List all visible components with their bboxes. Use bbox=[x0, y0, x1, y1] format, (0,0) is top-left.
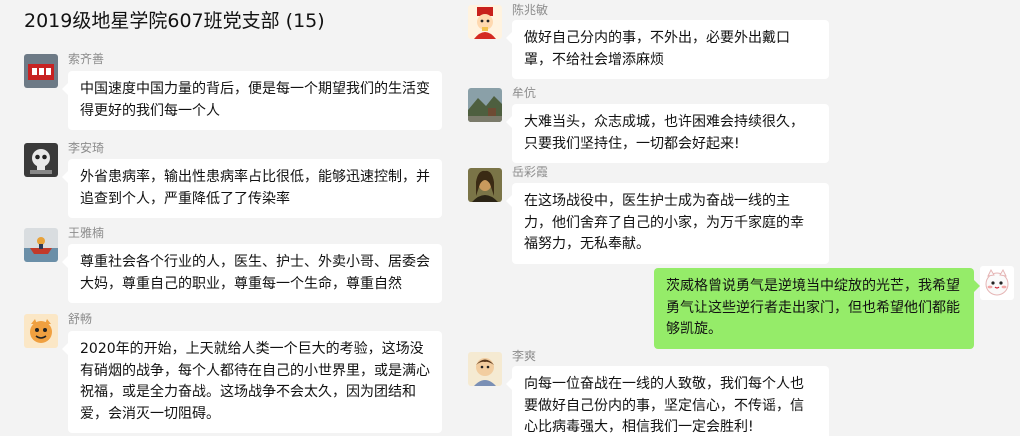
boat-photo-avatar-icon[interactable] bbox=[24, 228, 58, 262]
sender-name: 李爽 bbox=[512, 349, 537, 363]
sender-name: 陈兆敏 bbox=[512, 3, 549, 17]
message-text: 茨威格曾说勇气是逆境当中绽放的光芒，我希望勇气让这些逆行者走出家门，但也希望他们… bbox=[666, 278, 960, 337]
cartoon-character-avatar-icon[interactable] bbox=[468, 352, 502, 386]
message-bubble[interactable]: 做好自己分内的事，不外出，必要外出戴口罩，不给社会增添麻烦 bbox=[506, 20, 829, 79]
chat-title: 2019级地星学院607班党支部 (15) bbox=[24, 10, 325, 32]
sender-name: 牟伉 bbox=[512, 86, 537, 100]
cartoon-god-avatar-icon[interactable] bbox=[468, 5, 502, 39]
message-text: 中国速度中国力量的背后，便是每一个期望我们的生活变得更好的我们每一个人 bbox=[80, 81, 430, 119]
sender-name: 岳彩霞 bbox=[512, 165, 549, 179]
message-text: 尊重社会各个行业的人，医生、护士、外卖小哥、居委会大妈，尊重自己的职业，尊重每一… bbox=[80, 254, 430, 292]
message-bubble[interactable]: 在这场战役中，医生护士成为奋战一线的主力，他们舍弃了自己的小家，为万千家庭的幸福… bbox=[506, 183, 829, 264]
message-bubble[interactable]: 2020年的开始，上天就给人类一个巨大的考验，这场没有硝烟的战争，每个人都待在自… bbox=[62, 331, 442, 433]
sender-name: 王雅楠 bbox=[68, 226, 105, 240]
landscape-photo-avatar-icon[interactable] bbox=[468, 88, 502, 122]
message-text: 外省患病率，输出性患病率占比很低，能够迅速控制，并追查到个人，严重降低了了传染率 bbox=[80, 169, 430, 207]
message-text: 2020年的开始，上天就给人类一个巨大的考验，这场没有硝烟的战争，每个人都待在自… bbox=[80, 341, 430, 422]
message-text: 在这场战役中，医生护士成为奋战一线的主力，他们舍弃了自己的小家，为万千家庭的幸福… bbox=[524, 193, 804, 252]
my-message-bubble[interactable]: 茨威格曾说勇气是逆境当中绽放的光芒，我希望勇气让这些逆行者走出家门，但也希望他们… bbox=[654, 268, 980, 349]
message-text: 向每一位奋战在一线的人致敬，我们每个人也要做好自己份内的事，坚定信心，不传谣，信… bbox=[524, 376, 804, 435]
chat-panel-right: 陈兆敏 做好自己分内的事，不外出，必要外出戴口罩，不给社会增添麻烦 牟伉 大难当… bbox=[452, 0, 1020, 436]
message-text: 做好自己分内的事，不外出，必要外出戴口罩，不给社会增添麻烦 bbox=[524, 30, 790, 68]
sender-name: 索齐善 bbox=[68, 52, 105, 66]
message-bubble[interactable]: 外省患病率，输出性患病率占比很低，能够迅速控制，并追查到个人，严重降低了了传染率 bbox=[62, 159, 442, 218]
cartoon-cat-avatar-icon[interactable] bbox=[24, 314, 58, 348]
sender-name: 舒畅 bbox=[68, 312, 93, 326]
sender-name: 李安琦 bbox=[68, 141, 105, 155]
message-bubble[interactable]: 中国速度中国力量的背后，便是每一个期望我们的生活变得更好的我们每一个人 bbox=[62, 71, 442, 130]
skull-avatar-icon[interactable] bbox=[24, 143, 58, 177]
message-bubble[interactable]: 尊重社会各个行业的人，医生、护士、外卖小哥、居委会大妈，尊重自己的职业，尊重每一… bbox=[62, 244, 442, 303]
message-bubble[interactable]: 向每一位奋战在一线的人致敬，我们每个人也要做好自己份内的事，坚定信心，不传谣，信… bbox=[506, 366, 829, 436]
white-cat-avatar-icon[interactable] bbox=[980, 266, 1014, 300]
red-sign-avatar-icon[interactable] bbox=[24, 54, 58, 88]
message-text: 大难当头，众志成城，也许困难会持续很久，只要我们坚持住，一切都会好起来! bbox=[524, 114, 804, 152]
mona-lisa-avatar-icon[interactable] bbox=[468, 168, 502, 202]
chat-panel-left: 2019级地星学院607班党支部 (15) 索齐善 中国速度中国力量的背后，便是… bbox=[0, 0, 452, 436]
message-bubble[interactable]: 大难当头，众志成城，也许困难会持续很久，只要我们坚持住，一切都会好起来! bbox=[506, 104, 829, 163]
